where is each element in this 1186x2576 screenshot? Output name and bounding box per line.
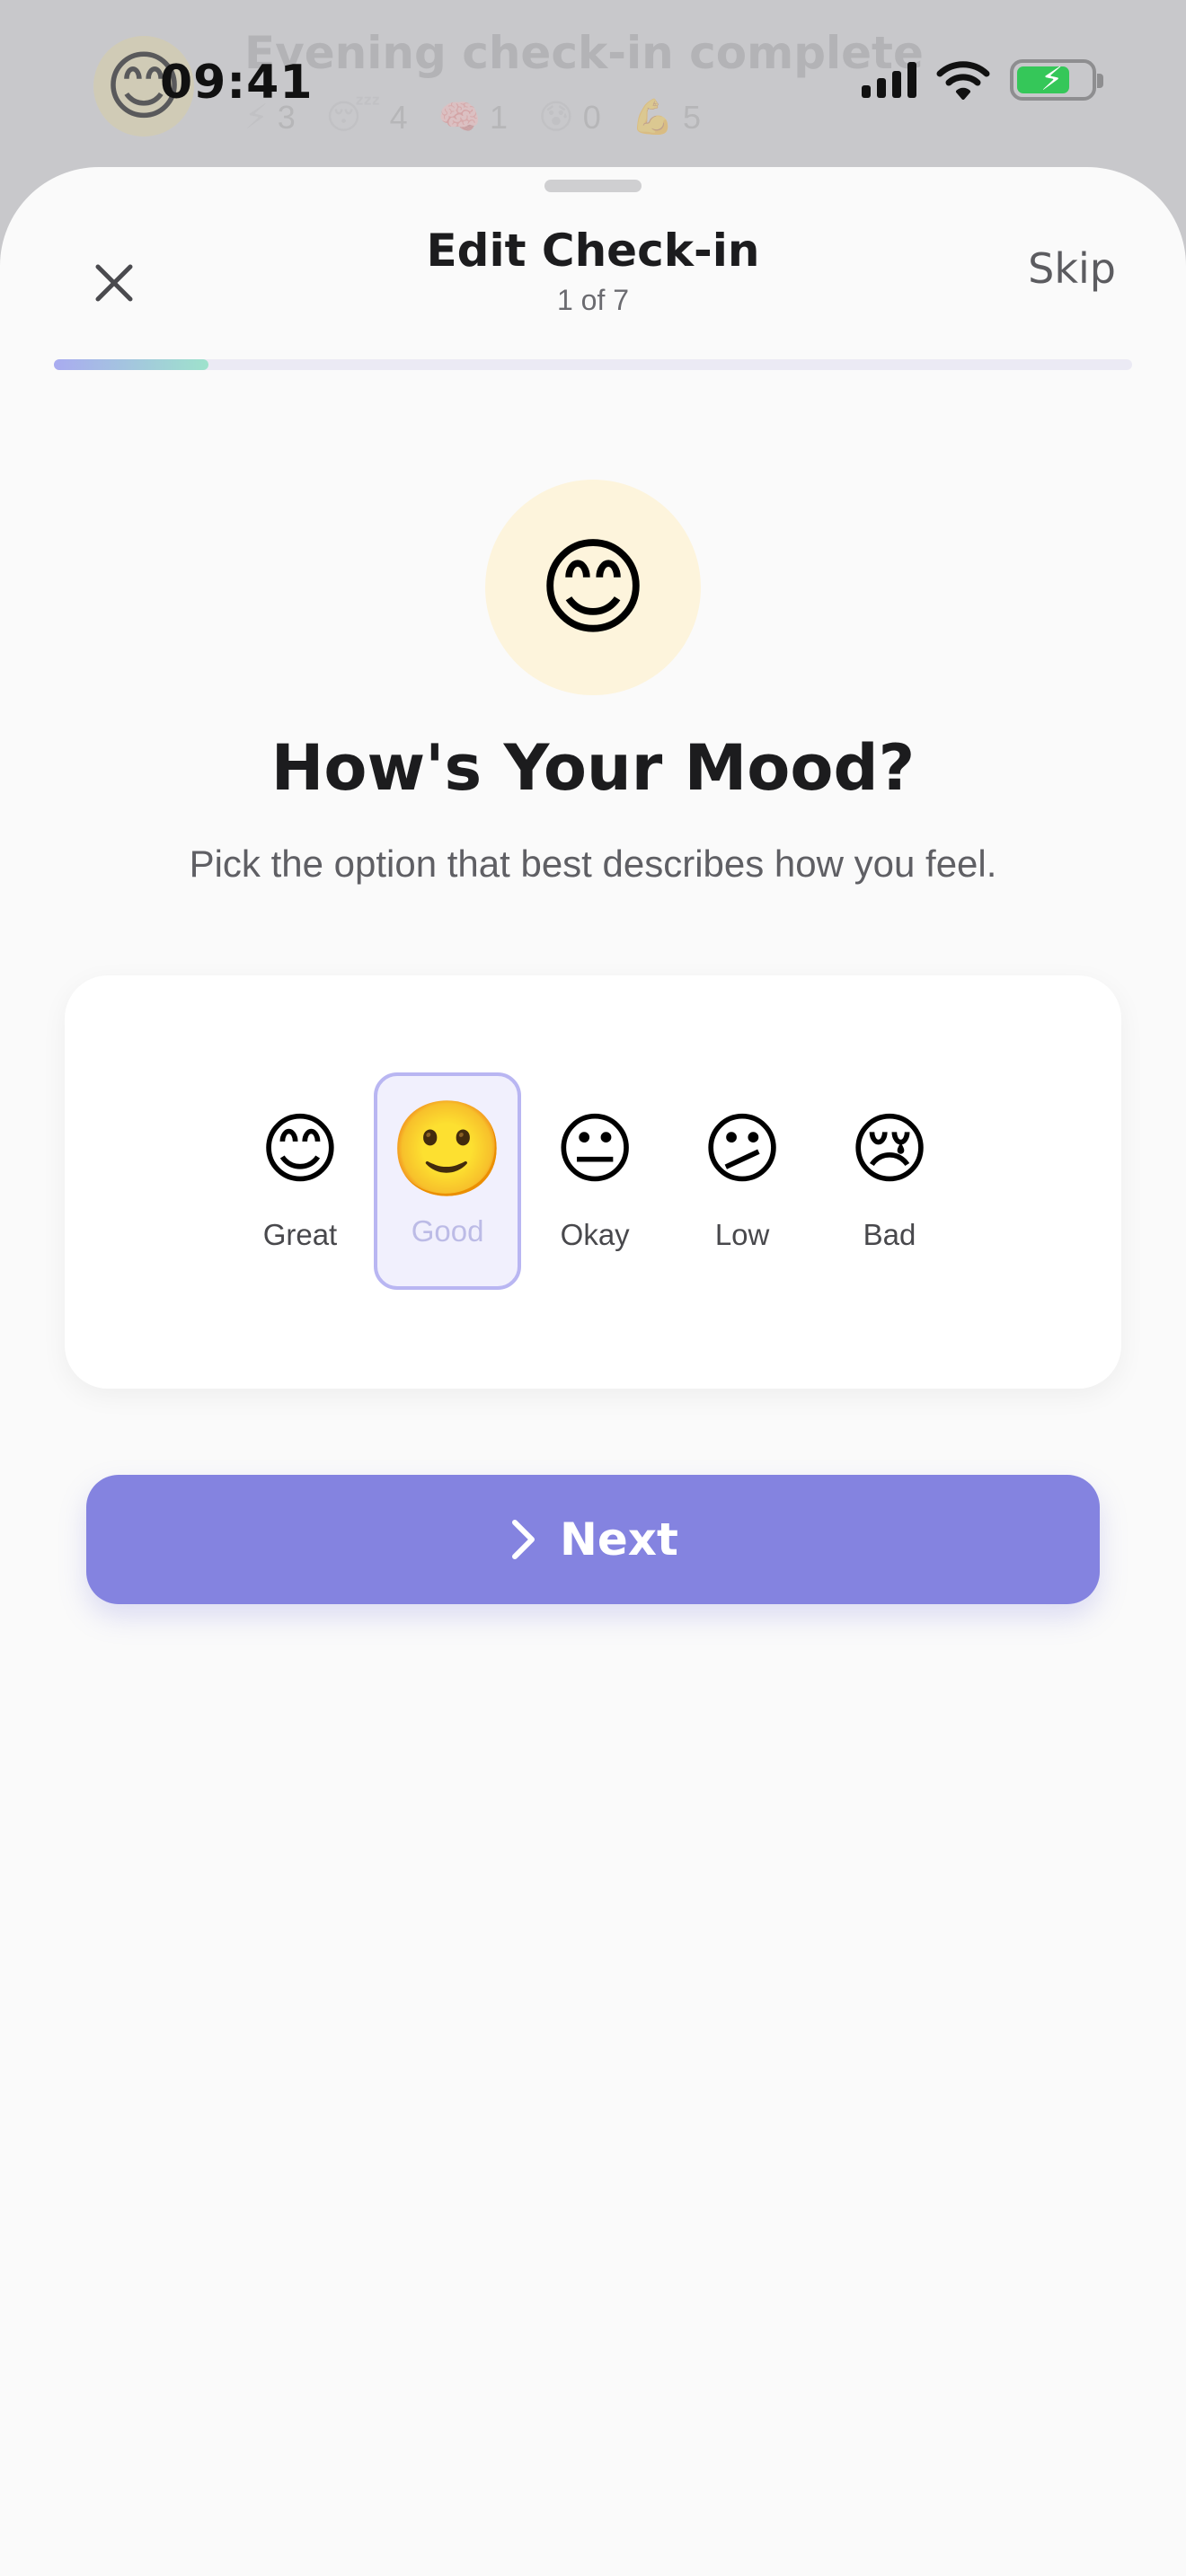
mood-options-card: 😊 Great 🙂 Good 😐 Okay 😕 Low 😢 Bad — [65, 975, 1121, 1389]
edit-checkin-sheet: Edit Check-in 1 of 7 Skip 😊 How's Your M… — [0, 167, 1186, 2576]
mood-option-label: Bad — [863, 1218, 916, 1251]
background-stat: 💪 5 — [632, 97, 701, 137]
brain-icon: 🧠 — [438, 98, 482, 137]
mood-option-label: Low — [714, 1218, 770, 1251]
mood-option-okay[interactable]: 😐 Okay — [521, 1072, 668, 1290]
mood-options: 😊 Great 🙂 Good 😐 Okay 😕 Low 😢 Bad — [226, 1072, 963, 1290]
flexed-biceps-icon: 💪 — [631, 98, 675, 137]
chevron-right-icon — [512, 1520, 535, 1559]
mood-option-label: Great — [262, 1218, 338, 1251]
background-stat: 😰 0 — [538, 97, 601, 137]
neutral-face-icon: 😐 — [554, 1107, 635, 1193]
mood-option-bad[interactable]: 😢 Bad — [816, 1072, 963, 1290]
sheet-title: Edit Check-in — [426, 225, 760, 277]
background-stat-value: 5 — [683, 98, 702, 136]
sleep-face-icon: 😴 — [325, 99, 381, 137]
progress-bar — [54, 359, 1132, 370]
question-title: How's Your Mood? — [270, 731, 916, 805]
background-stat-value: 4 — [389, 98, 408, 136]
status-icons: ⚡ — [862, 59, 1103, 101]
background-title: Evening check-in complete — [244, 27, 924, 79]
grinning-face-icon: 😊 — [260, 1107, 341, 1193]
slightly-smiling-face-icon: 🙂 — [389, 1098, 506, 1202]
crying-face-icon: 😢 — [849, 1107, 930, 1193]
background-stat-value: 1 — [490, 98, 509, 136]
screen: 😊 Evening check-in complete ⚡ 3 😴 4 🧠 1 … — [0, 0, 1186, 2576]
background-stat: 🧠 1 — [438, 97, 508, 137]
mood-option-low[interactable]: 😕 Low — [668, 1072, 816, 1290]
mood-option-great[interactable]: 😊 Great — [226, 1072, 374, 1290]
background-stat-value: 0 — [582, 98, 601, 136]
mood-option-good[interactable]: 🙂 Good — [373, 1072, 522, 1290]
cellular-signal-icon — [862, 62, 916, 98]
next-button[interactable]: Next — [86, 1475, 1100, 1604]
confused-face-icon: 😕 — [702, 1107, 783, 1193]
battery-icon: ⚡ — [1010, 59, 1103, 101]
sheet-grabber[interactable] — [544, 180, 642, 192]
charging-bolt-icon: ⚡ — [1040, 60, 1064, 97]
wifi-icon — [936, 61, 990, 100]
progress-fill — [54, 359, 208, 370]
question-helper-text: Pick the option that best describes how … — [189, 842, 997, 885]
status-time: 09:41 — [160, 56, 314, 110]
background-stat: 😴 4 — [326, 97, 408, 137]
mood-hero-emoji: 😊 — [485, 480, 701, 695]
anxious-face-icon: 😰 — [538, 99, 574, 137]
skip-button[interactable]: Skip — [1028, 244, 1116, 293]
mood-option-label: Okay — [560, 1218, 630, 1251]
step-indicator: 1 of 7 — [556, 284, 630, 316]
next-button-label: Next — [560, 1513, 678, 1566]
mood-option-label: Good — [411, 1214, 484, 1248]
